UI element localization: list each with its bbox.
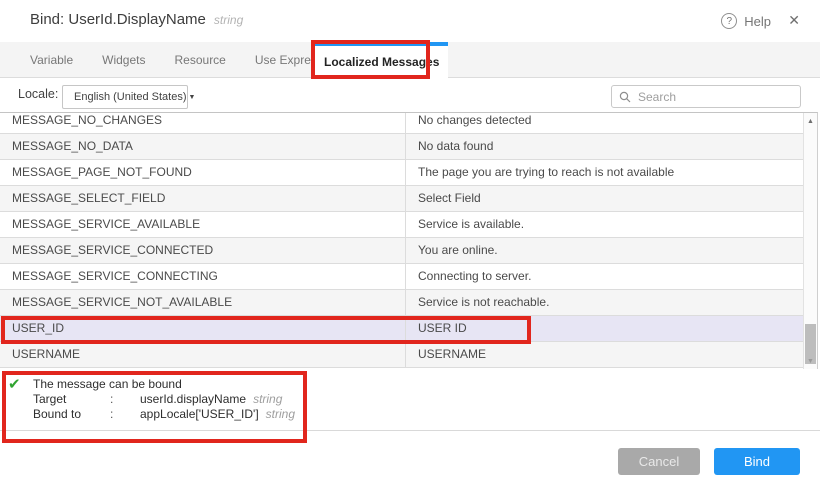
message-value-cell: Service is not reachable. <box>405 290 803 315</box>
status-message: The message can be bound <box>33 377 295 392</box>
message-value-cell: No changes detected <box>405 113 803 133</box>
cancel-button[interactable]: Cancel <box>618 448 700 475</box>
status-bound-row: Bound to : appLocale['USER_ID'] string <box>33 407 295 422</box>
tab-bar: Variable Widgets Resource Use Expression… <box>0 42 820 78</box>
footer-divider <box>0 430 820 431</box>
vertical-scrollbar[interactable]: ▲ ▼ <box>803 113 817 369</box>
target-type: string <box>253 392 282 407</box>
bound-to-value: appLocale['USER_ID'] <box>140 407 259 422</box>
table-row[interactable]: MESSAGE_SERVICE_CONNECTING Connecting to… <box>0 264 803 290</box>
message-value-cell: Connecting to server. <box>405 264 803 289</box>
message-key-cell: MESSAGE_SERVICE_NOT_AVAILABLE <box>0 290 405 315</box>
locale-toolbar: Locale: English (United States) ▼ <box>0 78 820 112</box>
message-key-cell: MESSAGE_NO_CHANGES <box>0 113 405 133</box>
binding-status: The message can be bound Target : userId… <box>33 377 295 422</box>
message-key-cell: MESSAGE_SERVICE_AVAILABLE <box>0 212 405 237</box>
table-row[interactable]: MESSAGE_NO_CHANGES No changes detected <box>0 113 803 134</box>
locale-selected-value: English (United States) <box>63 91 187 103</box>
messages-rows: MESSAGE_NO_CHANGES No changes detected M… <box>0 113 803 368</box>
tab-variable[interactable]: Variable <box>20 42 83 77</box>
target-separator: : <box>110 392 140 407</box>
help-icon: ? <box>721 13 737 29</box>
table-row[interactable]: MESSAGE_PAGE_NOT_FOUND The page you are … <box>0 160 803 186</box>
message-key-cell: MESSAGE_NO_DATA <box>0 134 405 159</box>
help-label: Help <box>744 14 771 29</box>
table-row[interactable]: MESSAGE_NO_DATA No data found <box>0 134 803 160</box>
title-text: Bind: UserId.DisplayName <box>30 11 206 28</box>
message-value-cell: You are online. <box>405 238 803 263</box>
locale-dropdown[interactable]: English (United States) ▼ <box>62 85 188 109</box>
scroll-up-icon[interactable]: ▲ <box>804 115 817 127</box>
message-value-cell: The page you are trying to reach is not … <box>405 160 803 185</box>
search-box[interactable] <box>611 85 801 108</box>
bound-to-label: Bound to <box>33 407 110 422</box>
page-title: Bind: UserId.DisplayName string <box>30 11 243 28</box>
target-value: userId.displayName <box>140 392 246 407</box>
title-type-hint: string <box>214 13 243 27</box>
help-button[interactable]: ? Help <box>721 13 771 29</box>
messages-table: MESSAGE_NO_CHANGES No changes detected M… <box>0 112 818 369</box>
table-row[interactable]: USERNAME USERNAME <box>0 342 803 368</box>
target-label: Target <box>33 392 110 407</box>
message-value-cell: USERNAME <box>405 342 803 367</box>
tab-variable-label: Variable <box>30 53 73 67</box>
message-key-cell: MESSAGE_SERVICE_CONNECTING <box>0 264 405 289</box>
message-key-cell: USER_ID <box>0 316 405 341</box>
chevron-down-icon: ▼ <box>187 94 204 101</box>
dialog-header: Bind: UserId.DisplayName string ? Help ✕ <box>0 0 820 42</box>
tab-localized-messages-label: Localized Messages <box>324 55 439 69</box>
table-row[interactable]: MESSAGE_SERVICE_NOT_AVAILABLE Service is… <box>0 290 803 316</box>
message-value-cell: USER ID <box>405 316 803 341</box>
message-key-cell: USERNAME <box>0 342 405 367</box>
message-key-cell: MESSAGE_SELECT_FIELD <box>0 186 405 211</box>
locale-label: Locale: <box>18 87 58 101</box>
close-icon[interactable]: ✕ <box>788 12 800 29</box>
search-icon <box>619 91 631 103</box>
table-row[interactable]: MESSAGE_SELECT_FIELD Select Field <box>0 186 803 212</box>
tab-widgets[interactable]: Widgets <box>92 42 155 77</box>
table-row[interactable]: MESSAGE_SERVICE_AVAILABLE Service is ava… <box>0 212 803 238</box>
scroll-down-icon[interactable]: ▼ <box>804 355 817 367</box>
table-row-selected[interactable]: USER_ID USER ID <box>0 316 803 342</box>
tab-resource-label: Resource <box>175 53 226 67</box>
message-value-cell: No data found <box>405 134 803 159</box>
bound-to-type: string <box>266 407 295 422</box>
search-input[interactable] <box>636 89 793 105</box>
status-target-row: Target : userId.displayName string <box>33 392 295 407</box>
message-value-cell: Select Field <box>405 186 803 211</box>
table-row[interactable]: MESSAGE_SERVICE_CONNECTED You are online… <box>0 238 803 264</box>
tab-widgets-label: Widgets <box>102 53 145 67</box>
message-value-cell: Service is available. <box>405 212 803 237</box>
tab-resource[interactable]: Resource <box>165 42 236 77</box>
message-key-cell: MESSAGE_SERVICE_CONNECTED <box>0 238 405 263</box>
bind-button[interactable]: Bind <box>714 448 800 475</box>
success-check-icon: ✔ <box>8 375 21 393</box>
tab-localized-messages[interactable]: Localized Messages <box>315 42 448 78</box>
bind-dialog: Bind: UserId.DisplayNamestring ? Help ✕ … <box>0 0 820 489</box>
message-key-cell: MESSAGE_PAGE_NOT_FOUND <box>0 160 405 185</box>
bound-to-separator: : <box>110 407 140 422</box>
